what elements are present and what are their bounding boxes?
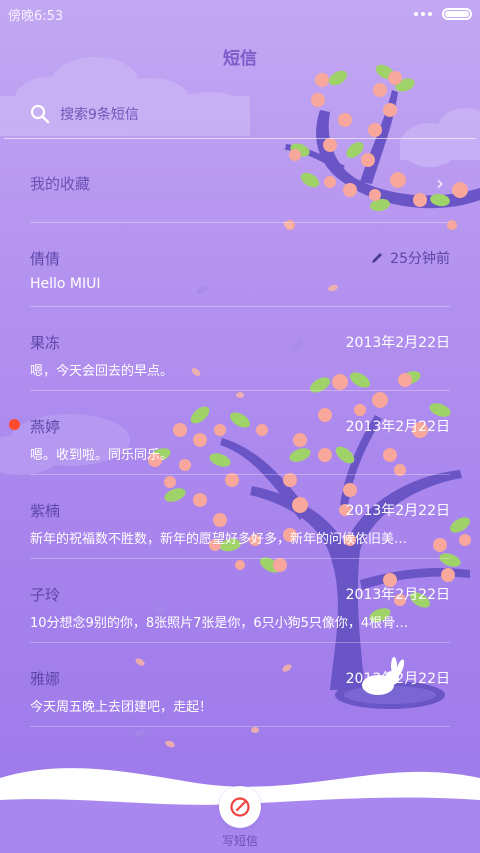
conversation-name: 雅娜	[30, 670, 61, 688]
battery-level	[445, 11, 469, 17]
conversation-item[interactable]: 紫楠 2013年2月22日 新年的祝福数不胜数，新年的愿望好多好多，新年的问候依…	[30, 500, 450, 560]
conversation-name: 果冻	[30, 334, 61, 352]
divider	[30, 726, 450, 727]
conversation-preview: 嗯。收到啦。同乐同乐。	[30, 448, 174, 463]
favorites-row[interactable]: 我的收藏 ›	[30, 165, 450, 201]
conversation-time: 2013年2月22日	[345, 671, 450, 687]
divider	[30, 474, 450, 475]
conversation-preview: 今天周五晚上去团建吧，走起！	[30, 700, 213, 715]
pencil-icon	[372, 253, 383, 263]
status-icons	[414, 8, 472, 20]
conversation-name: 子玲	[30, 586, 61, 604]
divider	[30, 558, 450, 559]
conversation-time: 2013年2月22日	[345, 335, 450, 351]
conversation-time: 25分钟前	[370, 248, 450, 268]
conversation-item[interactable]: 子玲 2013年2月22日 10分想念9别的你，8张照片7张是你，6只小狗5只像…	[30, 584, 450, 644]
compose-icon	[230, 797, 250, 817]
conversation-preview: 10分想念9别的你，8张照片7张是你，6只小狗5只像你，4根骨…	[30, 616, 409, 631]
conversation-item[interactable]: 倩倩 25分钟前 Hello MIUI	[30, 248, 450, 308]
conversation-preview: Hello MIUI	[30, 276, 101, 292]
chevron-right-icon: ›	[436, 171, 444, 195]
status-time: 傍晚6:53	[8, 8, 64, 24]
search-input[interactable]: 搜索9条短信	[30, 96, 450, 132]
conversation-name: 紫楠	[30, 502, 61, 520]
status-bar: 傍晚6:53	[0, 0, 480, 28]
divider	[30, 642, 450, 643]
favorites-label: 我的收藏	[30, 174, 91, 193]
battery-icon	[442, 8, 472, 20]
more-dots-icon	[414, 12, 432, 16]
conversation-time: 2013年2月22日	[345, 587, 450, 603]
conversation-time: 2013年2月22日	[345, 503, 450, 519]
compose-button[interactable]	[219, 786, 261, 828]
search-icon	[30, 104, 50, 124]
conversation-time: 2013年2月22日	[345, 419, 450, 435]
upper-tree	[285, 64, 480, 230]
conversation-item[interactable]: 雅娜 2013年2月22日 今天周五晚上去团建吧，走起！	[30, 668, 450, 728]
unread-dot	[9, 419, 20, 430]
compose-label: 写短信	[221, 834, 258, 848]
conversation-name: 燕婷	[30, 418, 61, 436]
search-underline	[4, 138, 476, 139]
conversation-name: 倩倩	[30, 250, 61, 268]
divider	[30, 222, 450, 223]
conversation-preview: 新年的祝福数不胜数，新年的愿望好多好多，新年的问候依旧美…	[30, 532, 408, 547]
conversation-time-text: 25分钟前	[390, 251, 450, 267]
search-placeholder: 搜索9条短信	[60, 107, 139, 123]
divider	[30, 390, 450, 391]
page-title: 短信	[223, 49, 257, 69]
conversation-preview: 嗯，今天会回去的早点。	[30, 364, 174, 379]
divider	[30, 306, 450, 307]
conversation-item[interactable]: 燕婷 2013年2月22日 嗯。收到啦。同乐同乐。	[30, 416, 450, 476]
conversation-item[interactable]: 果冻 2013年2月22日 嗯，今天会回去的早点。	[30, 332, 450, 392]
